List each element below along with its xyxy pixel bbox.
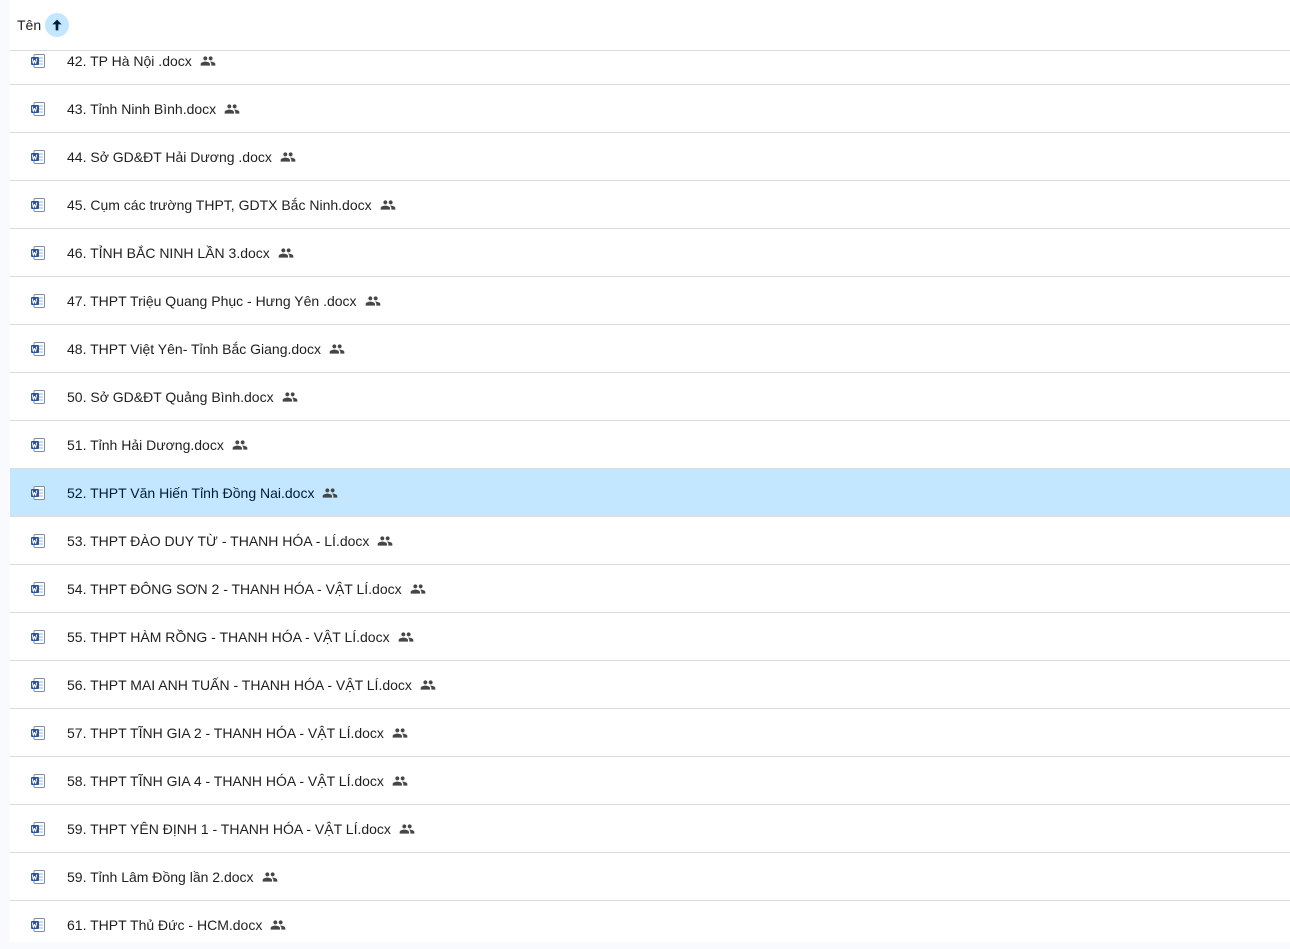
- file-row[interactable]: 45. Cụm các trường THPT, GDTX Bắc Ninh.d…: [10, 181, 1290, 229]
- word-doc-icon: [31, 245, 45, 260]
- shared-people-icon: [392, 727, 408, 738]
- word-doc-icon: [31, 725, 45, 740]
- file-name: 43. Tỉnh Ninh Bình.docx: [67, 100, 217, 117]
- file-name: 58. THPT TĨNH GIA 4 - THANH HÓA - VẬT LÍ…: [67, 772, 384, 789]
- file-row[interactable]: 56. THPT MAI ANH TUẤN - THANH HÓA - VẬT …: [10, 661, 1290, 709]
- word-doc-icon: [31, 677, 45, 692]
- shared-people-icon: [392, 775, 408, 786]
- file-name: 45. Cụm các trường THPT, GDTX Bắc Ninh.d…: [67, 196, 372, 213]
- shared-people-icon: [224, 103, 240, 114]
- word-doc-icon: [31, 53, 45, 68]
- file-name: 52. THPT Văn Hiến Tỉnh Đồng Nai.docx: [67, 484, 315, 501]
- file-row[interactable]: 48. THPT Việt Yên- Tỉnh Bắc Giang.docx: [10, 325, 1290, 373]
- word-doc-icon: [31, 869, 45, 884]
- file-name: 54. THPT ĐÔNG SƠN 2 - THANH HÓA - VẬT LÍ…: [67, 580, 402, 597]
- file-row[interactable]: 44. Sở GD&ĐT Hải Dương .docx: [10, 133, 1290, 181]
- word-doc-icon: [31, 101, 45, 116]
- word-doc-icon: [31, 341, 45, 356]
- file-name: 55. THPT HÀM RỒNG - THANH HÓA - VẬT LÍ.d…: [67, 628, 390, 645]
- shared-people-icon: [399, 823, 415, 834]
- file-row[interactable]: 53. THPT ĐÀO DUY TỪ - THANH HÓA - LÍ.doc…: [10, 517, 1290, 565]
- word-doc-icon: [31, 149, 45, 164]
- file-name: 42. TP Hà Nội .docx: [67, 52, 192, 69]
- word-doc-icon: [31, 293, 45, 308]
- word-doc-icon: [31, 917, 45, 932]
- file-name: 59. Tỉnh Lâm Đồng lần 2.docx: [67, 868, 254, 885]
- file-rows: 42. TP Hà Nội .docx 43. Tỉnh Ninh Bình.d…: [10, 37, 1290, 942]
- file-row[interactable]: 58. THPT TĨNH GIA 4 - THANH HÓA - VẬT LÍ…: [10, 757, 1290, 805]
- file-row[interactable]: 55. THPT HÀM RỒNG - THANH HÓA - VẬT LÍ.d…: [10, 613, 1290, 661]
- arrow-up-icon: [52, 19, 62, 31]
- file-name: 46. TỈNH BẮC NINH LẦN 3.docx: [67, 244, 270, 261]
- sort-ascending-button[interactable]: [45, 13, 70, 37]
- file-row[interactable]: 51. Tỉnh Hải Dương.docx: [10, 421, 1290, 469]
- file-row[interactable]: 59. Tỉnh Lâm Đồng lần 2.docx: [10, 853, 1290, 901]
- file-name: 56. THPT MAI ANH TUẤN - THANH HÓA - VẬT …: [67, 676, 412, 693]
- shared-people-icon: [378, 535, 393, 546]
- file-name: 44. Sở GD&ĐT Hải Dương .docx: [67, 148, 272, 165]
- file-name: 48. THPT Việt Yên- Tỉnh Bắc Giang.docx: [67, 340, 321, 357]
- name-column-header[interactable]: Tên: [17, 17, 41, 33]
- shared-people-icon: [232, 439, 248, 450]
- word-doc-icon: [31, 533, 45, 548]
- word-doc-icon: [31, 581, 45, 596]
- shared-people-icon: [278, 247, 294, 258]
- shared-people-icon: [380, 199, 395, 210]
- word-doc-icon: [31, 389, 45, 404]
- shared-people-icon: [280, 151, 296, 162]
- shared-people-icon: [262, 871, 277, 882]
- file-row[interactable]: 42. TP Hà Nội .docx: [10, 37, 1290, 85]
- word-doc-icon: [31, 773, 45, 788]
- word-doc-icon: [31, 629, 45, 644]
- file-row[interactable]: 43. Tỉnh Ninh Bình.docx: [10, 85, 1290, 133]
- file-row[interactable]: 47. THPT Triệu Quang Phục - Hưng Yên .do…: [10, 277, 1290, 325]
- file-browser-page: Tên 42. TP Hà Nội .docx 43. Tỉnh Ninh Bì…: [0, 0, 1290, 949]
- word-doc-icon: [31, 485, 45, 500]
- shared-people-icon: [270, 919, 286, 930]
- file-name: 47. THPT Triệu Quang Phục - Hưng Yên .do…: [67, 292, 357, 309]
- shared-people-icon: [365, 295, 380, 306]
- shared-people-icon: [398, 631, 413, 642]
- file-list: Tên 42. TP Hà Nội .docx 43. Tỉnh Ninh Bì…: [10, 0, 1290, 942]
- file-row[interactable]: 54. THPT ĐÔNG SƠN 2 - THANH HÓA - VẬT LÍ…: [10, 565, 1290, 613]
- file-row[interactable]: 57. THPT TĨNH GIA 2 - THANH HÓA - VẬT LÍ…: [10, 709, 1290, 757]
- shared-people-icon: [420, 679, 436, 690]
- file-name: 61. THPT Thủ Đức - HCM.docx: [67, 916, 263, 933]
- shared-people-icon: [410, 583, 425, 594]
- file-row[interactable]: 50. Sở GD&ĐT Quảng Bình.docx: [10, 373, 1290, 421]
- word-doc-icon: [31, 197, 45, 212]
- file-name: 51. Tỉnh Hải Dương.docx: [67, 436, 224, 453]
- word-doc-icon: [31, 437, 45, 452]
- shared-people-icon: [329, 343, 345, 354]
- word-doc-icon: [31, 821, 45, 836]
- file-row[interactable]: 59. THPT YÊN ĐỊNH 1 - THANH HÓA - VẬT LÍ…: [10, 805, 1290, 853]
- file-name: 57. THPT TĨNH GIA 2 - THANH HÓA - VẬT LÍ…: [67, 724, 384, 741]
- file-row[interactable]: 61. THPT Thủ Đức - HCM.docx: [10, 901, 1290, 942]
- shared-people-icon: [323, 487, 338, 498]
- shared-people-icon: [200, 55, 216, 66]
- shared-people-icon: [282, 391, 297, 402]
- file-row[interactable]: 46. TỈNH BẮC NINH LẦN 3.docx: [10, 229, 1290, 277]
- file-row[interactable]: 52. THPT Văn Hiến Tỉnh Đồng Nai.docx: [10, 469, 1290, 517]
- file-name: 53. THPT ĐÀO DUY TỪ - THANH HÓA - LÍ.doc…: [67, 532, 370, 549]
- file-name: 50. Sở GD&ĐT Quảng Bình.docx: [67, 388, 274, 405]
- file-name: 59. THPT YÊN ĐỊNH 1 - THANH HÓA - VẬT LÍ…: [67, 820, 391, 837]
